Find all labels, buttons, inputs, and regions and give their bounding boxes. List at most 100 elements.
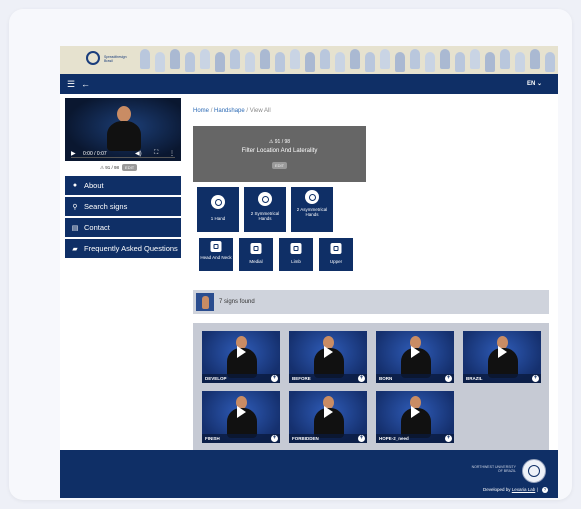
results-count: 7 signs found (219, 299, 255, 305)
contact-card-icon: ▤ (71, 224, 79, 232)
add-icon[interactable]: + (271, 435, 278, 442)
logo-text: Spreadthesign Brasil (104, 55, 127, 63)
filter-label: Upper (329, 259, 343, 264)
more-options-icon[interactable]: ⋮ (169, 150, 175, 157)
filter-edit-pill[interactable]: EDIT (272, 162, 288, 169)
sidebar-video-player[interactable]: ▶ 0:00 / 0:07 ◀) ⛶ ⋮ (65, 98, 181, 161)
banner-hand-pattern (365, 52, 375, 72)
filter-label: Medial (249, 259, 263, 264)
sidebar-item-label: About (84, 181, 104, 190)
play-icon[interactable]: ▶ (71, 150, 76, 157)
sign-video-card[interactable]: BRAZIL + (463, 331, 541, 383)
banner-hand-pattern (170, 49, 180, 69)
filter-two-asymmetrical-hands[interactable]: 2 Asymmetrical Hands (291, 187, 333, 232)
breadcrumb: Home / Handshape / View All (193, 108, 271, 114)
play-icon[interactable] (498, 346, 507, 358)
results-count-bar: 7 signs found (193, 290, 549, 314)
banner-hand-pattern (440, 49, 450, 69)
filter-one-hand[interactable]: 1 Hand (197, 187, 239, 232)
sidebar-item-contact[interactable]: ▤ Contact (65, 218, 181, 237)
banner-hand-pattern (230, 49, 240, 69)
breadcrumb-handshape[interactable]: Handshape (214, 108, 245, 114)
one-hand-icon (211, 195, 225, 209)
filter-warning: ⚠ 91 / 98 (268, 139, 291, 145)
play-icon[interactable] (324, 406, 333, 418)
sidebar-item-search-signs[interactable]: ⚲ Search signs (65, 197, 181, 216)
play-icon[interactable] (237, 406, 246, 418)
banner-hand-pattern (290, 49, 300, 69)
sign-label: FINISH (202, 434, 280, 443)
breadcrumb-current: View All (249, 108, 271, 114)
filter-label: 1 Hand (210, 216, 226, 221)
play-icon[interactable] (237, 346, 246, 358)
page-footer: NORTHWEST UNIVERSITY OF BRAZIL Developed… (60, 450, 558, 498)
add-icon[interactable]: + (445, 435, 452, 442)
banner-hand-pattern (305, 52, 315, 72)
play-icon[interactable] (411, 346, 420, 358)
banner-hand-pattern (260, 49, 270, 69)
arrow-left-icon[interactable]: ← (81, 79, 90, 89)
sign-label: BEFORE (289, 374, 367, 383)
volume-icon[interactable]: ◀) (135, 150, 142, 157)
site-logo[interactable]: Spreadthesign Brasil (86, 50, 130, 70)
banner-hand-pattern (380, 49, 390, 69)
medial-icon (250, 243, 262, 254)
warning-label: ⚠ 91 / 98 (100, 164, 120, 170)
sidebar-item-label: Search signs (84, 202, 128, 211)
video-controls: ▶ 0:00 / 0:07 ◀) ⛶ ⋮ (65, 147, 181, 161)
sign-label: HOPE-2_need (376, 434, 454, 443)
breadcrumb-home[interactable]: Home (193, 108, 209, 114)
limb-icon (290, 243, 302, 254)
breadcrumb-separator: / (246, 108, 249, 114)
play-icon[interactable] (324, 346, 333, 358)
filter-two-symmetrical-hands[interactable]: 2 Symmetrical Hands (244, 187, 286, 232)
filter-label: 2 Symmetrical Hands (250, 211, 280, 221)
asymmetrical-hands-icon (305, 190, 319, 204)
banner-hand-pattern (215, 52, 225, 72)
developed-by-label: Developed by (482, 487, 511, 492)
handshape-thumbnail (196, 293, 214, 311)
filter-limb[interactable]: Limb (279, 238, 313, 271)
add-icon[interactable]: + (358, 375, 365, 382)
banner-hand-pattern (320, 49, 330, 69)
fullscreen-icon[interactable]: ⛶ (154, 150, 158, 157)
sidebar-item-about[interactable]: ● About (65, 176, 181, 195)
banner-hand-pattern (335, 52, 345, 72)
language-selector[interactable]: EN ⌄ (527, 80, 542, 87)
sign-video-card[interactable]: BEFORE + (289, 331, 367, 383)
hamburger-icon[interactable]: ☰ (67, 79, 75, 89)
video-progress-bar[interactable] (71, 157, 175, 158)
filter-upper[interactable]: Upper (319, 238, 353, 271)
play-icon[interactable] (411, 406, 420, 418)
banner-hand-pattern (500, 49, 510, 69)
banner-hand-pattern (140, 49, 150, 69)
sidebar-item-label: Contact (84, 223, 110, 232)
symmetrical-hands-icon (258, 192, 272, 206)
add-icon[interactable]: + (358, 435, 365, 442)
banner-hand-pattern (470, 49, 480, 69)
sidebar-warning: ⚠ 91 / 98 EDIT (100, 164, 138, 171)
sign-video-card[interactable]: DEVELOP + (202, 331, 280, 383)
banner-hand-pattern (515, 52, 525, 72)
help-icon[interactable]: ? (542, 487, 548, 493)
chat-icon: ▰ (72, 245, 78, 253)
add-icon[interactable]: + (532, 375, 539, 382)
edit-pill[interactable]: EDIT (122, 164, 138, 171)
filter-medial[interactable]: Medial (239, 238, 273, 271)
breadcrumb-separator: / (210, 108, 213, 114)
sign-video-card[interactable]: HOPE-2_need + (376, 391, 454, 443)
banner-hand-pattern (455, 52, 465, 72)
developer-link[interactable]: Lexaria Lab (512, 487, 536, 492)
sign-label: BRAZIL (463, 374, 541, 383)
add-icon[interactable]: + (445, 375, 452, 382)
add-icon[interactable]: + (271, 375, 278, 382)
sign-video-card[interactable]: FINISH + (202, 391, 280, 443)
sign-video-card[interactable]: FORBIDDEN + (289, 391, 367, 443)
filter-label: 2 Asymmetrical Hands (296, 207, 328, 217)
sidebar-item-faq[interactable]: ▰ Frequently Asked Questions (65, 239, 181, 258)
info-icon: ● (72, 182, 78, 189)
filter-head-and-neck[interactable]: Head And Neck (199, 238, 233, 271)
sign-video-card[interactable]: BORN + (376, 331, 454, 383)
app-window: Spreadthesign Brasil ☰ ← EN ⌄ ▶ 0:00 / 0… (60, 46, 558, 498)
banner-hand-pattern (410, 49, 420, 69)
